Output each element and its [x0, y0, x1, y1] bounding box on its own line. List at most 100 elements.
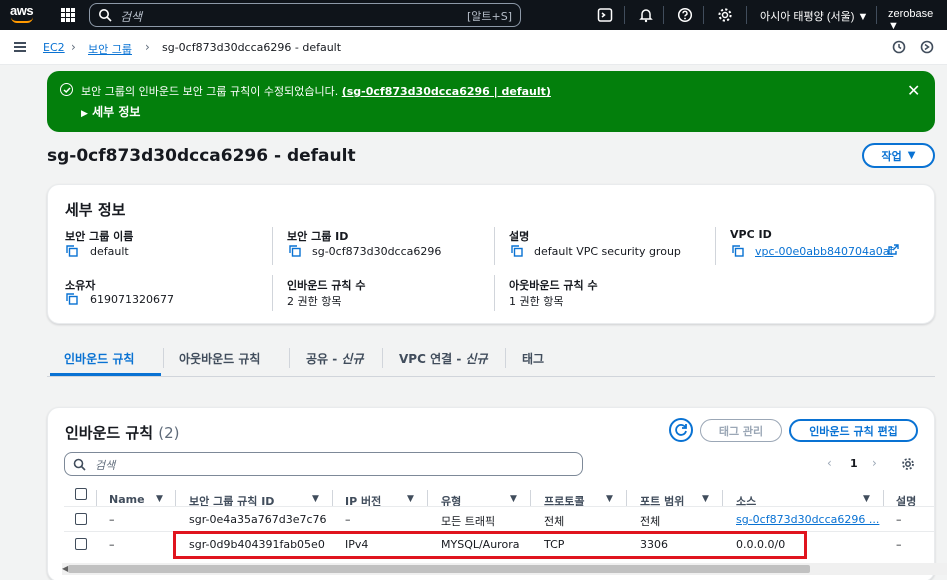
details-card: 세부 정보 보안 그룹 이름 default 보안 그룹 ID sg-0cf87…: [47, 184, 935, 324]
tab-label: 아웃바운드 규칙: [179, 352, 261, 366]
horizontal-scrollbar[interactable]: ◀: [62, 563, 947, 575]
row-checkbox[interactable]: [75, 513, 87, 525]
select-all-checkbox[interactable]: [75, 488, 87, 500]
sort-down-icon[interactable]: ▼: [863, 494, 870, 504]
cell-ip-version: –: [345, 513, 351, 526]
chevron-right-icon: ›: [145, 40, 150, 54]
field-value-owner: 619071320677: [90, 293, 174, 306]
sort-down-icon[interactable]: ▼: [606, 494, 613, 504]
services-grid-icon[interactable]: [61, 8, 75, 22]
chevron-right-icon: ›: [71, 40, 76, 54]
account-label: zerobase: [888, 8, 934, 20]
next-page-icon[interactable]: ›: [872, 456, 877, 470]
active-tab-indicator: [50, 373, 161, 376]
sort-down-icon[interactable]: ▼: [407, 494, 414, 504]
field-value-inbound-count: 2 권한 항목: [287, 295, 342, 308]
tab-sharing[interactable]: 공유 - 신규: [306, 350, 364, 367]
tab-label: 공유 -: [306, 352, 342, 366]
actions-label: 작업: [881, 149, 902, 163]
tab-inbound-rules[interactable]: 인바운드 규칙: [64, 350, 134, 367]
aws-logo[interactable]: aws: [10, 4, 36, 26]
cloudshell-icon[interactable]: [597, 7, 613, 23]
global-search-placeholder: 검색: [120, 10, 143, 24]
aws-smile-icon: [11, 17, 33, 23]
tab-new-badge: 신규: [465, 352, 488, 366]
sort-down-icon[interactable]: ▼: [156, 494, 163, 504]
vpc-id-link[interactable]: vpc-00e0abb840704a0af: [755, 245, 893, 258]
copy-icon[interactable]: [66, 293, 78, 305]
info-panel-icon[interactable]: [920, 40, 934, 54]
page-number[interactable]: 1: [850, 457, 858, 470]
edit-inbound-rules-button[interactable]: 인바운드 규칙 편집: [789, 419, 918, 442]
row-checkbox[interactable]: [75, 538, 87, 550]
copy-icon[interactable]: [289, 245, 301, 257]
field-label-owner: 소유자: [65, 279, 96, 292]
caret-down-icon: ▼: [857, 11, 869, 23]
breadcrumb-security-groups[interactable]: 보안 그룹: [88, 41, 132, 57]
flash-details-toggle[interactable]: ▶ 세부 정보: [81, 103, 140, 120]
prev-page-icon[interactable]: ‹: [827, 456, 832, 470]
cell-port-range: 전체: [640, 515, 661, 528]
rules-title-text: 인바운드 규칙: [65, 424, 154, 442]
breadcrumb-ec2[interactable]: EC2: [43, 41, 65, 54]
field-label-inbound-count: 인바운드 규칙 수: [287, 279, 366, 292]
account-menu[interactable]: zerobase ▼: [888, 8, 947, 32]
rules-count: (2): [158, 424, 180, 442]
cell-name: –: [109, 513, 115, 526]
aws-logo-text: aws: [10, 3, 34, 18]
breadcrumb-bar: EC2 › 보안 그룹 › sg-0cf873d30dcca6296 - def…: [0, 30, 947, 65]
success-check-icon: [60, 83, 73, 96]
flash-sg-link[interactable]: (sg-0cf873d30dcca6296 | default): [342, 85, 551, 98]
menu-icon[interactable]: [14, 42, 26, 52]
tab-label: 인바운드 규칙: [64, 352, 135, 366]
tab-new-badge: 신규: [341, 352, 364, 366]
column-header-name[interactable]: Name: [109, 493, 145, 506]
feedback-icon[interactable]: [892, 40, 906, 54]
rules-search-placeholder: 검색: [95, 459, 116, 472]
cell-type: 모든 트래픽: [441, 515, 496, 528]
cell-rule-id: sgr-0e4a35a767d3e7c76: [189, 513, 327, 526]
sort-down-icon[interactable]: ▼: [312, 494, 319, 504]
table-settings-gear-icon[interactable]: [901, 457, 915, 471]
global-search-input[interactable]: 검색 [알트+S]: [89, 3, 521, 27]
refresh-button[interactable]: [669, 418, 693, 442]
refresh-icon: [675, 424, 687, 436]
flash-details-label: 세부 정보: [92, 105, 141, 119]
scrollbar-thumb[interactable]: [68, 565, 810, 573]
sort-down-icon[interactable]: ▼: [510, 494, 517, 504]
cell-description: –: [896, 513, 902, 526]
cell-source-link[interactable]: sg-0cf873d30dcca6296 ...: [736, 513, 879, 526]
search-icon: [73, 458, 86, 471]
field-value-outbound-count: 1 권한 항목: [509, 295, 564, 308]
breadcrumb-current: sg-0cf873d30dcca6296 - default: [162, 41, 342, 54]
copy-icon[interactable]: [66, 245, 78, 257]
field-label-description: 설명: [509, 230, 530, 243]
rules-search-input[interactable]: 검색: [64, 452, 583, 476]
tab-label: 태그: [522, 352, 545, 366]
help-icon[interactable]: [677, 7, 693, 23]
success-flashbar: 보안 그룹의 인바운드 보안 그룹 규칙이 수정되었습니다. (sg-0cf87…: [47, 71, 935, 132]
field-label-sg-name: 보안 그룹 이름: [65, 230, 134, 243]
close-icon[interactable]: ✕: [907, 81, 920, 100]
flash-message-text: 보안 그룹의 인바운드 보안 그룹 규칙이 수정되었습니다.: [81, 85, 339, 98]
manage-tags-button[interactable]: 태그 관리: [700, 419, 782, 442]
field-label-outbound-count: 아웃바운드 규칙 수: [509, 279, 598, 292]
bell-icon[interactable]: [638, 7, 654, 23]
field-label-sg-id: 보안 그룹 ID: [287, 230, 349, 243]
top-navigation: aws 검색 [알트+S] 아시아 태평양 (서울) ▼ zerobase ▼: [0, 0, 947, 32]
copy-icon[interactable]: [511, 245, 523, 257]
gear-icon[interactable]: [717, 7, 733, 23]
tab-vpc-association[interactable]: VPC 연결 - 신규: [399, 350, 488, 367]
inbound-rules-title: 인바운드 규칙 (2): [65, 422, 180, 443]
region-label: 아시아 태평양 (서울): [760, 11, 855, 23]
tab-tags[interactable]: 태그: [522, 350, 544, 367]
flash-message: 보안 그룹의 인바운드 보안 그룹 규칙이 수정되었습니다. (sg-0cf87…: [81, 83, 551, 99]
search-shortcut: [알트+S]: [466, 10, 512, 23]
sort-down-icon[interactable]: ▼: [702, 494, 709, 504]
copy-icon[interactable]: [732, 245, 744, 257]
field-value-sg-id: sg-0cf873d30dcca6296: [312, 245, 442, 258]
field-label-vpc-id: VPC ID: [730, 228, 772, 241]
tab-outbound-rules[interactable]: 아웃바운드 규칙: [179, 350, 260, 367]
actions-button[interactable]: 작업 ▼: [862, 143, 935, 168]
region-selector[interactable]: 아시아 태평양 (서울) ▼: [760, 8, 868, 24]
